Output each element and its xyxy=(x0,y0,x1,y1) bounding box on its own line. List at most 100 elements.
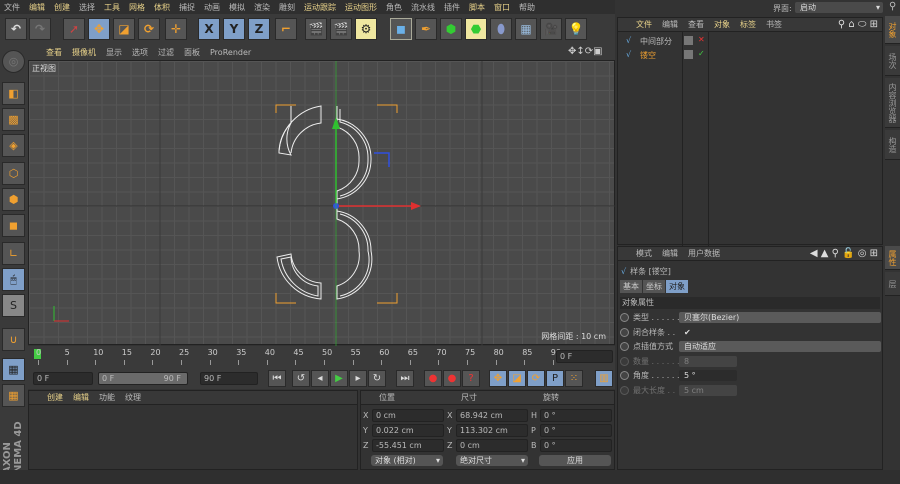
rotate-tool-button[interactable]: ⟳ xyxy=(138,18,160,40)
menu-item[interactable]: 动画 xyxy=(204,2,220,13)
points-mode-icon[interactable]: ⬡ xyxy=(2,162,25,185)
viewport-menu-item[interactable]: 显示 xyxy=(106,47,122,58)
rotation-field[interactable]: 0 ° xyxy=(540,424,612,437)
record-button[interactable]: ● xyxy=(424,370,442,387)
menu-item[interactable]: 选择 xyxy=(79,2,95,13)
polygons-mode-icon[interactable]: ◼ xyxy=(2,214,25,237)
right-tab[interactable]: 场次 xyxy=(885,46,900,76)
start-frame-field[interactable]: 0 F xyxy=(33,372,93,385)
texture-mode-icon[interactable]: ▩ xyxy=(2,108,25,131)
menu-item[interactable]: 雕刻 xyxy=(279,2,295,13)
attribute-tab[interactable]: 对象 xyxy=(666,280,688,293)
animate-radio[interactable] xyxy=(620,385,629,395)
cube-icon[interactable]: ◼ xyxy=(390,18,412,40)
enabled-check-icon[interactable]: ✓ xyxy=(698,49,705,58)
object-menu-item[interactable]: 编辑 xyxy=(662,19,678,30)
floor-icon[interactable]: ▦ xyxy=(515,18,537,40)
key-position-button[interactable]: ✥ xyxy=(489,370,507,387)
viewport-menu-item[interactable]: 过滤 xyxy=(158,47,174,58)
key-points-button[interactable]: ⁙ xyxy=(565,370,583,387)
menu-item[interactable]: 工具 xyxy=(104,2,120,13)
redo-button[interactable]: ↷ xyxy=(29,18,51,40)
axis-y-button[interactable]: Y xyxy=(223,18,245,40)
right-tab[interactable]: 内容浏览器 xyxy=(885,78,900,128)
end-frame-field[interactable]: 90 F xyxy=(200,372,258,385)
menu-item[interactable]: 文件 xyxy=(4,2,20,13)
prev-key-button[interactable]: ↺ xyxy=(292,370,310,387)
menu-item[interactable]: 运动图形 xyxy=(345,2,377,13)
select-tool-button[interactable]: ➚ xyxy=(63,18,85,40)
material-menu-item[interactable]: 编辑 xyxy=(73,392,89,403)
attribute-value[interactable]: 5 cm xyxy=(679,384,737,396)
coordinate-system-button[interactable]: ⌐ xyxy=(275,18,297,40)
recent-tool-button[interactable]: ✛ xyxy=(165,18,187,40)
attribute-tab[interactable]: 坐标 xyxy=(643,280,665,293)
rotation-field[interactable]: 0 ° xyxy=(540,409,612,422)
coordinate-mode-select[interactable]: 对象 (相对) ▾ xyxy=(371,455,443,466)
object-manager-icons[interactable]: ⚲ ⌂ ⬭ ⊞ xyxy=(838,19,878,30)
object-item[interactable]: 镂空 xyxy=(640,50,656,61)
axis-z-button[interactable]: Z xyxy=(248,18,270,40)
attribute-side-tab[interactable]: 属性 xyxy=(885,246,900,270)
right-tab[interactable]: 对象 xyxy=(885,16,900,44)
subdivision-icon[interactable]: ⬢ xyxy=(440,18,462,40)
layer-icon[interactable] xyxy=(684,36,693,45)
axis-x-button[interactable]: X xyxy=(198,18,220,40)
attribute-tab[interactable]: 基本 xyxy=(620,280,642,293)
attribute-menu-item[interactable]: 模式 xyxy=(636,248,652,259)
light-icon[interactable]: 💡 xyxy=(565,18,587,40)
viewport-menu-item[interactable]: 选项 xyxy=(132,47,148,58)
menu-item[interactable]: 编辑 xyxy=(29,2,45,13)
render-settings-button[interactable]: ⚙ xyxy=(355,18,377,40)
menu-item[interactable]: 运动跟踪 xyxy=(304,2,336,13)
attribute-nav-icons[interactable]: ◀ ▲ ⚲ 🔓 ◎ ⊞ xyxy=(810,248,878,259)
size-field[interactable]: 113.302 cm xyxy=(456,424,528,437)
layer-icon[interactable] xyxy=(684,50,693,59)
menu-item[interactable]: 渲染 xyxy=(254,2,270,13)
undo-button[interactable]: ↶ xyxy=(5,18,27,40)
axis-mode-icon[interactable]: ∟ xyxy=(2,242,25,265)
model-mode-icon[interactable]: ◧ xyxy=(2,82,25,105)
prev-frame-button[interactable]: ◂ xyxy=(311,370,329,387)
menu-item[interactable]: 插件 xyxy=(444,2,460,13)
animate-radio[interactable] xyxy=(620,313,629,322)
make-editable-icon[interactable]: ◎ xyxy=(2,50,25,73)
viewport-nav-icons[interactable]: ✥↕⟳▣ xyxy=(568,46,603,57)
menu-item[interactable]: 脚本 xyxy=(469,2,485,13)
range-slider[interactable]: 0 F 90 F xyxy=(98,372,188,385)
material-menu-item[interactable]: 创建 xyxy=(47,392,63,403)
render-view-button[interactable]: 🎬 xyxy=(305,18,327,40)
attribute-value[interactable]: 自动适应 xyxy=(679,341,881,352)
viewport-menu-item[interactable]: 查看 xyxy=(46,47,62,58)
timeline[interactable]: 051015202530354045505560657075808590 0 F xyxy=(28,346,615,368)
key-scale-button[interactable]: ◪ xyxy=(508,370,526,387)
animate-radio[interactable] xyxy=(620,371,629,380)
viewport-menu-item[interactable]: 面板 xyxy=(184,47,200,58)
apply-button[interactable]: 应用 xyxy=(539,455,611,466)
attribute-side-tab[interactable]: 层 xyxy=(885,272,900,296)
menu-item[interactable]: 角色 xyxy=(386,2,402,13)
position-field[interactable]: 0.022 cm xyxy=(372,424,444,437)
attribute-menu-item[interactable]: 用户数据 xyxy=(688,248,720,259)
menu-item[interactable]: 帮助 xyxy=(519,2,535,13)
deformer-icon[interactable]: ⬮ xyxy=(490,18,512,40)
material-menu-item[interactable]: 纹理 xyxy=(125,392,141,403)
right-tab[interactable]: 构造 xyxy=(885,130,900,160)
snap-icon[interactable]: S xyxy=(2,294,25,317)
attribute-value[interactable]: 贝塞尔(Bezier) xyxy=(679,312,881,323)
menu-item[interactable]: 体积 xyxy=(154,2,170,13)
magnet-icon[interactable]: ∪ xyxy=(2,328,25,351)
key-param-button[interactable]: P xyxy=(546,370,564,387)
render-picture-viewer-button[interactable]: 🎬 xyxy=(330,18,352,40)
viewport[interactable]: 正视图 网格间距 : 10 cm xyxy=(28,60,616,346)
lock-workplane-icon[interactable]: ▦ xyxy=(2,358,25,381)
object-menu-item[interactable]: 对象 xyxy=(714,19,730,30)
size-field[interactable]: 68.942 cm xyxy=(456,409,528,422)
object-menu-item[interactable]: 文件 xyxy=(636,19,652,30)
size-mode-select[interactable]: 绝对尺寸 ▾ xyxy=(456,455,528,466)
current-frame-field[interactable]: 0 F xyxy=(556,350,613,363)
play-button[interactable]: ▶ xyxy=(330,370,348,387)
array-icon[interactable]: ⬣ xyxy=(465,18,487,40)
position-field[interactable]: 0 cm xyxy=(372,409,444,422)
edges-mode-icon[interactable]: ⬢ xyxy=(2,188,25,211)
